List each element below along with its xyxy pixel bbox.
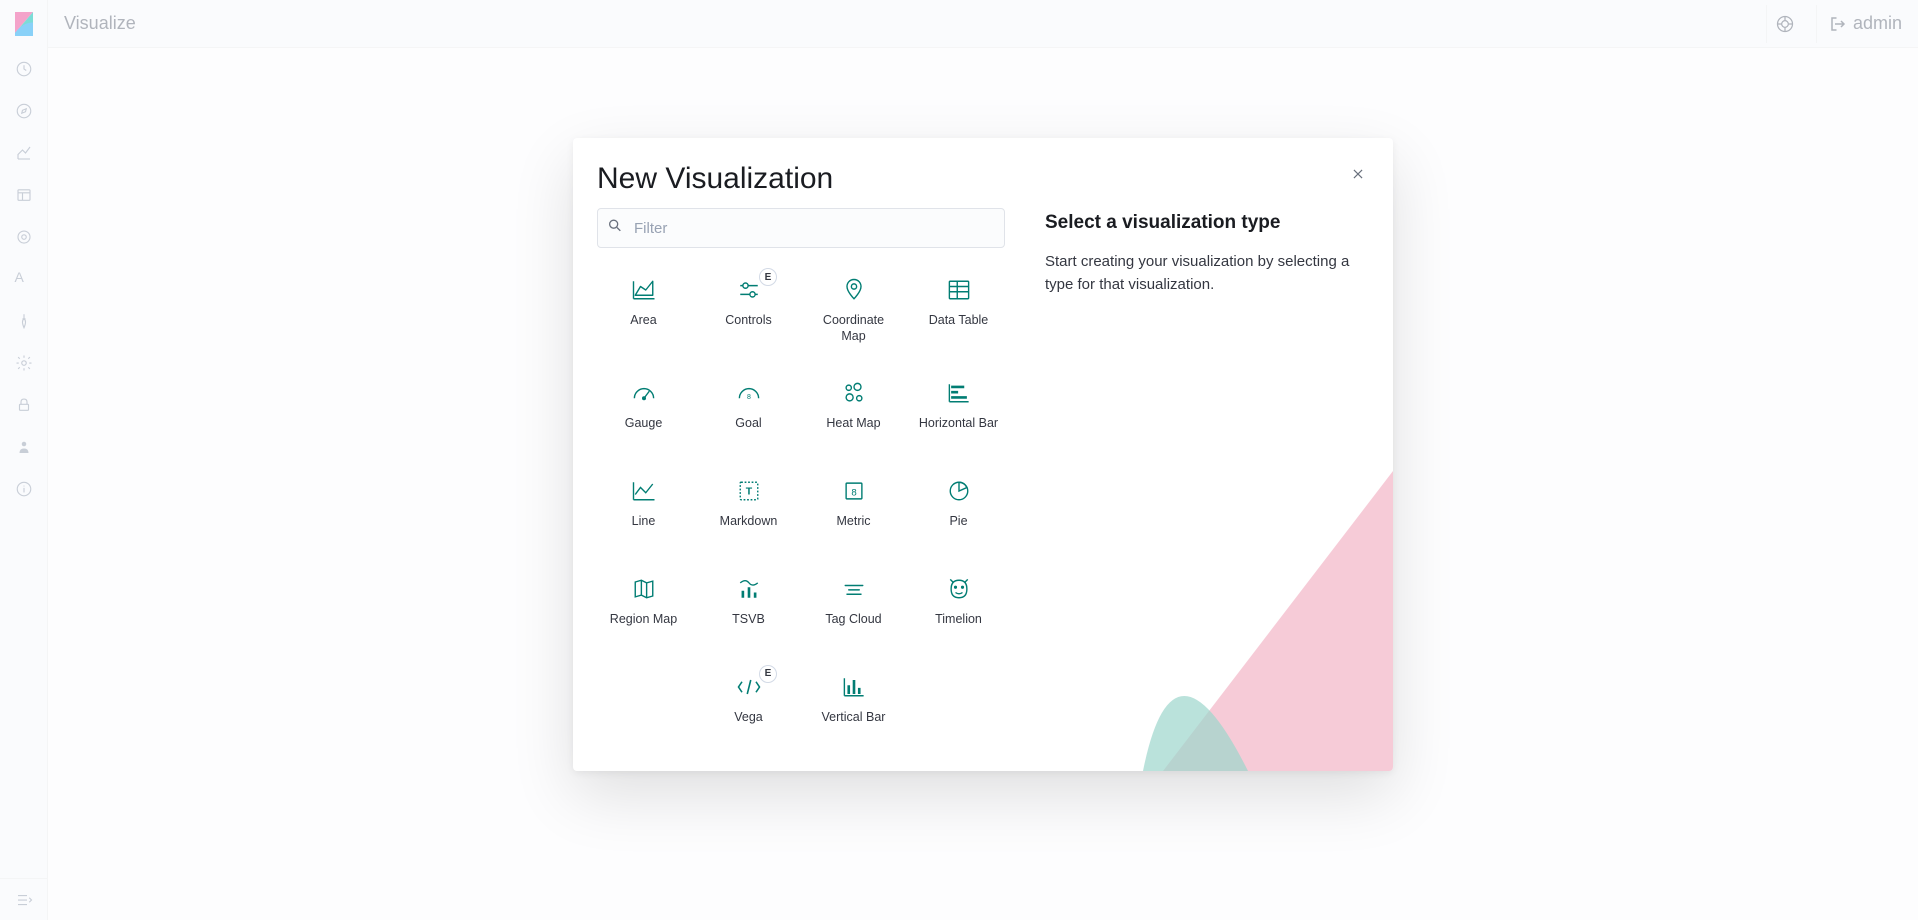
- tagcloud-icon: [838, 573, 870, 605]
- vis-type-label: Metric: [836, 513, 870, 529]
- collapse-sidebar-button[interactable]: [0, 878, 48, 920]
- content-area: New Visualization: [48, 48, 1918, 920]
- vis-type-gauge[interactable]: Gauge: [597, 367, 690, 453]
- vis-type-label: Area: [630, 312, 656, 328]
- vis-type-label: TSVB: [732, 611, 765, 627]
- info-panel: Select a visualization type Start creati…: [1045, 208, 1369, 747]
- pie-icon: [943, 475, 975, 507]
- nav-about[interactable]: [0, 468, 48, 510]
- nav-profile[interactable]: [0, 426, 48, 468]
- vis-type-label: Controls: [725, 312, 772, 328]
- close-icon: [1351, 167, 1365, 181]
- info-title: Select a visualization type: [1045, 212, 1369, 234]
- vis-type-regionmap[interactable]: Region Map: [597, 563, 690, 649]
- vis-type-metric[interactable]: 8 Metric: [807, 465, 900, 551]
- search-icon: [607, 218, 623, 239]
- vis-type-controls[interactable]: Controls E: [702, 264, 795, 355]
- vis-type-label: Goal: [735, 415, 761, 431]
- svg-text:8: 8: [851, 487, 856, 498]
- logout-icon: [1829, 15, 1847, 33]
- experimental-badge: E: [759, 665, 777, 683]
- nav-recent[interactable]: [0, 48, 48, 90]
- vis-type-label: Data Table: [929, 312, 989, 328]
- breadcrumb[interactable]: Visualize: [64, 13, 136, 34]
- line-icon: [628, 475, 660, 507]
- vis-type-coordmap[interactable]: Coordinate Map: [807, 264, 900, 355]
- vis-type-label: Tag Cloud: [825, 611, 881, 627]
- top-bar: Visualize admin: [48, 0, 1918, 48]
- vis-type-heatmap[interactable]: Heat Map: [807, 367, 900, 453]
- vis-type-tsvb[interactable]: TSVB: [702, 563, 795, 649]
- nav-security[interactable]: [0, 384, 48, 426]
- filter-input[interactable]: [597, 208, 1005, 248]
- vis-type-goal[interactable]: 8 Goal: [702, 367, 795, 453]
- heatmap-icon: [838, 377, 870, 409]
- side-nav: A: [0, 0, 48, 920]
- app-root: A Visualize: [0, 0, 1918, 920]
- vis-picker-column: Area Controls E Coordinate Map Data Table Gau…: [597, 208, 1005, 747]
- vis-type-label: Gauge: [625, 415, 663, 431]
- nav-dashboard[interactable]: [0, 174, 48, 216]
- nav-visualize[interactable]: [0, 132, 48, 174]
- vis-type-horizbar[interactable]: Horizontal Bar: [912, 367, 1005, 453]
- vis-type-line[interactable]: Line: [597, 465, 690, 551]
- vertbar-icon: [838, 671, 870, 703]
- vis-type-label: Markdown: [720, 513, 778, 529]
- logout-button[interactable]: admin: [1816, 5, 1902, 43]
- metric-icon: 8: [838, 475, 870, 507]
- vis-type-markdown[interactable]: T Markdown: [702, 465, 795, 551]
- vis-type-vertbar[interactable]: Vertical Bar: [807, 661, 900, 747]
- vis-type-vega[interactable]: Vega E: [702, 661, 795, 747]
- nav-management[interactable]: [0, 342, 48, 384]
- vis-type-label: Vega: [734, 709, 763, 725]
- tsvb-icon: [733, 573, 765, 605]
- help-icon[interactable]: [1766, 5, 1804, 43]
- letter-a-icon: A: [15, 270, 33, 288]
- vis-type-label: Region Map: [610, 611, 677, 627]
- vis-type-grid: Area Controls E Coordinate Map Data Table Gau…: [597, 264, 1005, 747]
- kibana-logo[interactable]: [0, 0, 48, 48]
- vis-type-timelion[interactable]: Timelion: [912, 563, 1005, 649]
- datatable-icon: [943, 274, 975, 306]
- nav-devtools[interactable]: [0, 300, 48, 342]
- vis-type-pie[interactable]: Pie: [912, 465, 1005, 551]
- modal-header: New Visualization: [573, 138, 1393, 208]
- new-visualization-modal: New Visualization: [573, 138, 1393, 771]
- modal-body: Area Controls E Coordinate Map Data Table Gau…: [573, 208, 1393, 771]
- vis-type-label: Vertical Bar: [822, 709, 886, 725]
- svg-text:T: T: [745, 485, 752, 497]
- vis-type-datatable[interactable]: Data Table: [912, 264, 1005, 355]
- close-button[interactable]: [1347, 162, 1369, 188]
- vis-type-area[interactable]: Area: [597, 264, 690, 355]
- markdown-icon: T: [733, 475, 765, 507]
- regionmap-icon: [628, 573, 660, 605]
- area-icon: [628, 274, 660, 306]
- modal-overlay: New Visualization: [48, 48, 1918, 920]
- vis-type-label: Coordinate Map: [811, 312, 896, 345]
- vis-type-label: Pie: [949, 513, 967, 529]
- experimental-badge: E: [759, 268, 777, 286]
- horizbar-icon: [943, 377, 975, 409]
- user-label: admin: [1853, 13, 1902, 34]
- topbar-right: admin: [1766, 5, 1902, 43]
- main-area: Visualize admin New Visualization: [48, 0, 1918, 920]
- gauge-icon: [628, 377, 660, 409]
- filter-wrap: [597, 208, 1005, 248]
- goal-icon: 8: [733, 377, 765, 409]
- info-description: Start creating your visualization by sel…: [1045, 250, 1369, 297]
- coordmap-icon: [838, 274, 870, 306]
- vis-type-tagcloud[interactable]: Tag Cloud: [807, 563, 900, 649]
- vis-type-label: Horizontal Bar: [919, 415, 998, 431]
- nav-canvas[interactable]: [0, 216, 48, 258]
- vis-type-label: Line: [632, 513, 656, 529]
- timelion-icon: [943, 573, 975, 605]
- nav-apm[interactable]: A: [0, 258, 48, 300]
- vis-type-label: Timelion: [935, 611, 982, 627]
- nav-discover[interactable]: [0, 90, 48, 132]
- modal-title: New Visualization: [597, 162, 833, 196]
- vis-type-label: Heat Map: [826, 415, 880, 431]
- svg-text:8: 8: [747, 394, 751, 401]
